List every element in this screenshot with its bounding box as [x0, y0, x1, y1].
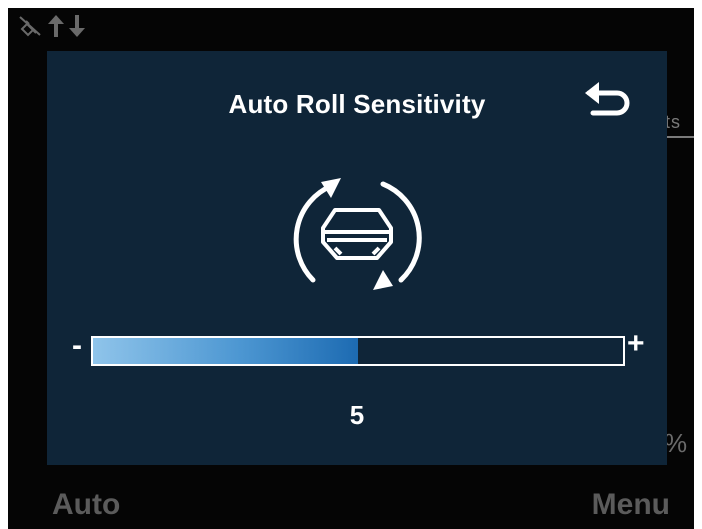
- device-screen: ts % Auto Roll Sensitivity - + 5 Auto Me…: [8, 8, 694, 529]
- background-divider: [663, 136, 694, 138]
- decrease-label: -: [72, 329, 82, 362]
- menu-softkey[interactable]: Menu: [592, 488, 670, 522]
- slider-value: 5: [349, 400, 365, 430]
- back-button[interactable]: [583, 79, 633, 121]
- status-bar: [18, 12, 90, 40]
- boat-roll-icon: [293, 178, 422, 290]
- background-percent: %: [664, 428, 688, 458]
- dialog-title: Auto Roll Sensitivity: [228, 89, 486, 119]
- increase-label: +: [627, 327, 645, 360]
- slider-fill: [93, 338, 358, 364]
- back-arrow-icon: [585, 82, 630, 116]
- sensitivity-slider[interactable]: [91, 336, 625, 366]
- background-label: ts: [665, 112, 682, 132]
- auto-roll-sensitivity-dialog: Auto Roll Sensitivity - + 5: [47, 51, 667, 465]
- softkey-bar: Auto Menu: [8, 488, 694, 529]
- auto-softkey[interactable]: Auto: [52, 488, 120, 522]
- up-down-arrows-icon: [46, 14, 90, 38]
- satellite-off-icon: [18, 15, 42, 37]
